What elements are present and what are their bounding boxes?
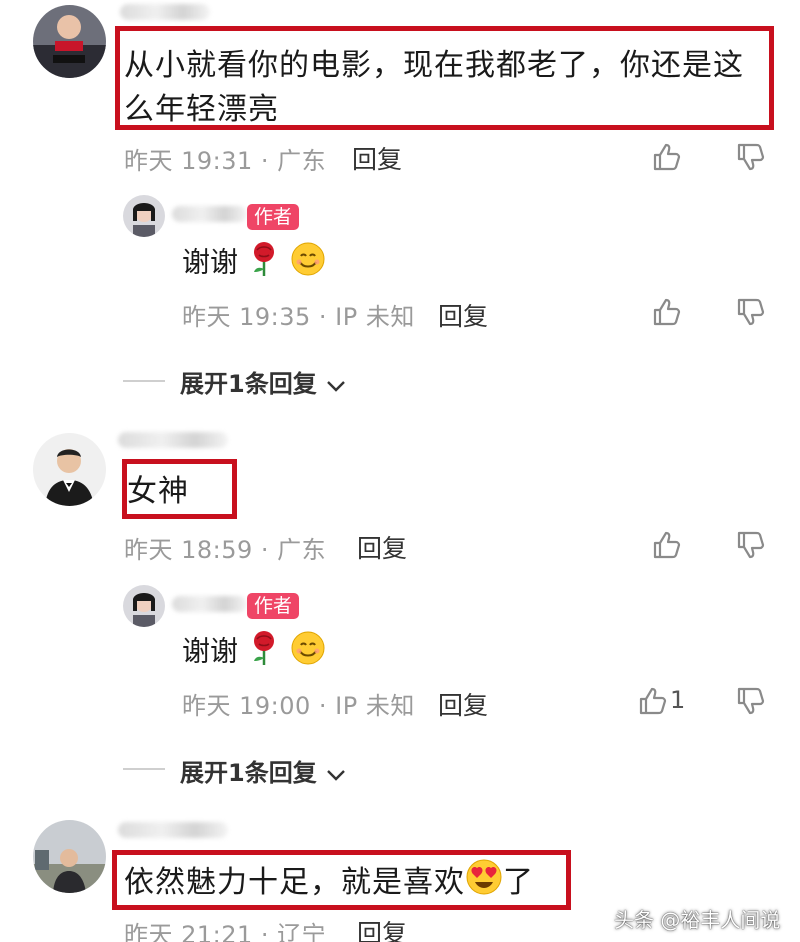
thumb-up-icon[interactable] (638, 686, 668, 716)
reply-meta-1: 昨天 19:35 · IP 未知 (182, 303, 415, 331)
commenter-name-2 (118, 432, 228, 448)
thumb-down-icon[interactable] (736, 297, 766, 327)
author-badge-2: 作者 (247, 593, 300, 619)
expand-replies-label: 展开1条回复 (180, 759, 317, 787)
smile-emoji (290, 241, 326, 286)
chevron-down-icon (325, 371, 347, 399)
comment-meta-2: 昨天 18:59 · 广东 (124, 536, 327, 564)
reply-button-2b[interactable]: 回复 (438, 686, 488, 722)
rose-emoji (247, 630, 281, 675)
thumb-down-icon[interactable] (736, 686, 766, 716)
expand-replies-1[interactable]: 展开1条回复 (180, 364, 347, 399)
commenter-avatar-2[interactable] (33, 433, 106, 506)
like-count: 1 (670, 686, 686, 714)
thumb-up-icon[interactable] (652, 530, 682, 560)
reply-text-2: 谢谢 (182, 630, 326, 675)
reply-meta-2: 昨天 19:00 · IP 未知 (182, 692, 415, 720)
thumb-down-icon[interactable] (736, 530, 766, 560)
reply-button-1b[interactable]: 回复 (438, 297, 488, 333)
reply-text-label: 谢谢 (182, 634, 239, 668)
expand-divider (123, 768, 165, 770)
comment-meta-1: 昨天 19:31 · 广东 (124, 147, 327, 175)
author-name-1 (172, 206, 247, 222)
reply-button-1[interactable]: 回复 (352, 140, 402, 176)
highlight-box-1 (115, 26, 774, 130)
thumb-up-icon[interactable] (652, 297, 682, 327)
expand-divider (123, 380, 165, 382)
rose-emoji (247, 241, 281, 286)
highlight-box-2 (122, 459, 237, 519)
comment-meta-3: 昨天 21:21 · 辽宁 (124, 921, 327, 942)
smile-emoji (290, 630, 326, 675)
author-avatar-2[interactable] (123, 585, 165, 627)
commenter-name-3 (118, 822, 228, 838)
commenter-avatar-1[interactable] (33, 5, 106, 78)
expand-replies-2[interactable]: 展开1条回复 (180, 753, 347, 788)
commenter-name-1 (120, 4, 210, 20)
reply-text-label: 谢谢 (182, 245, 239, 279)
chevron-down-icon (325, 760, 347, 788)
reply-text-1: 谢谢 (182, 241, 326, 286)
author-badge-1: 作者 (247, 204, 300, 230)
highlight-box-3 (112, 850, 571, 910)
author-avatar-1[interactable] (123, 195, 165, 237)
reply-button-2[interactable]: 回复 (357, 529, 407, 565)
expand-replies-label: 展开1条回复 (180, 370, 317, 398)
commenter-avatar-3[interactable] (33, 820, 106, 893)
thumb-up-icon[interactable] (652, 142, 682, 172)
thumb-down-icon[interactable] (736, 142, 766, 172)
reply-button-3[interactable]: 回复 (357, 914, 407, 942)
author-name-2 (172, 596, 247, 612)
watermark: 头条 @裕丰人间说 (614, 908, 781, 932)
